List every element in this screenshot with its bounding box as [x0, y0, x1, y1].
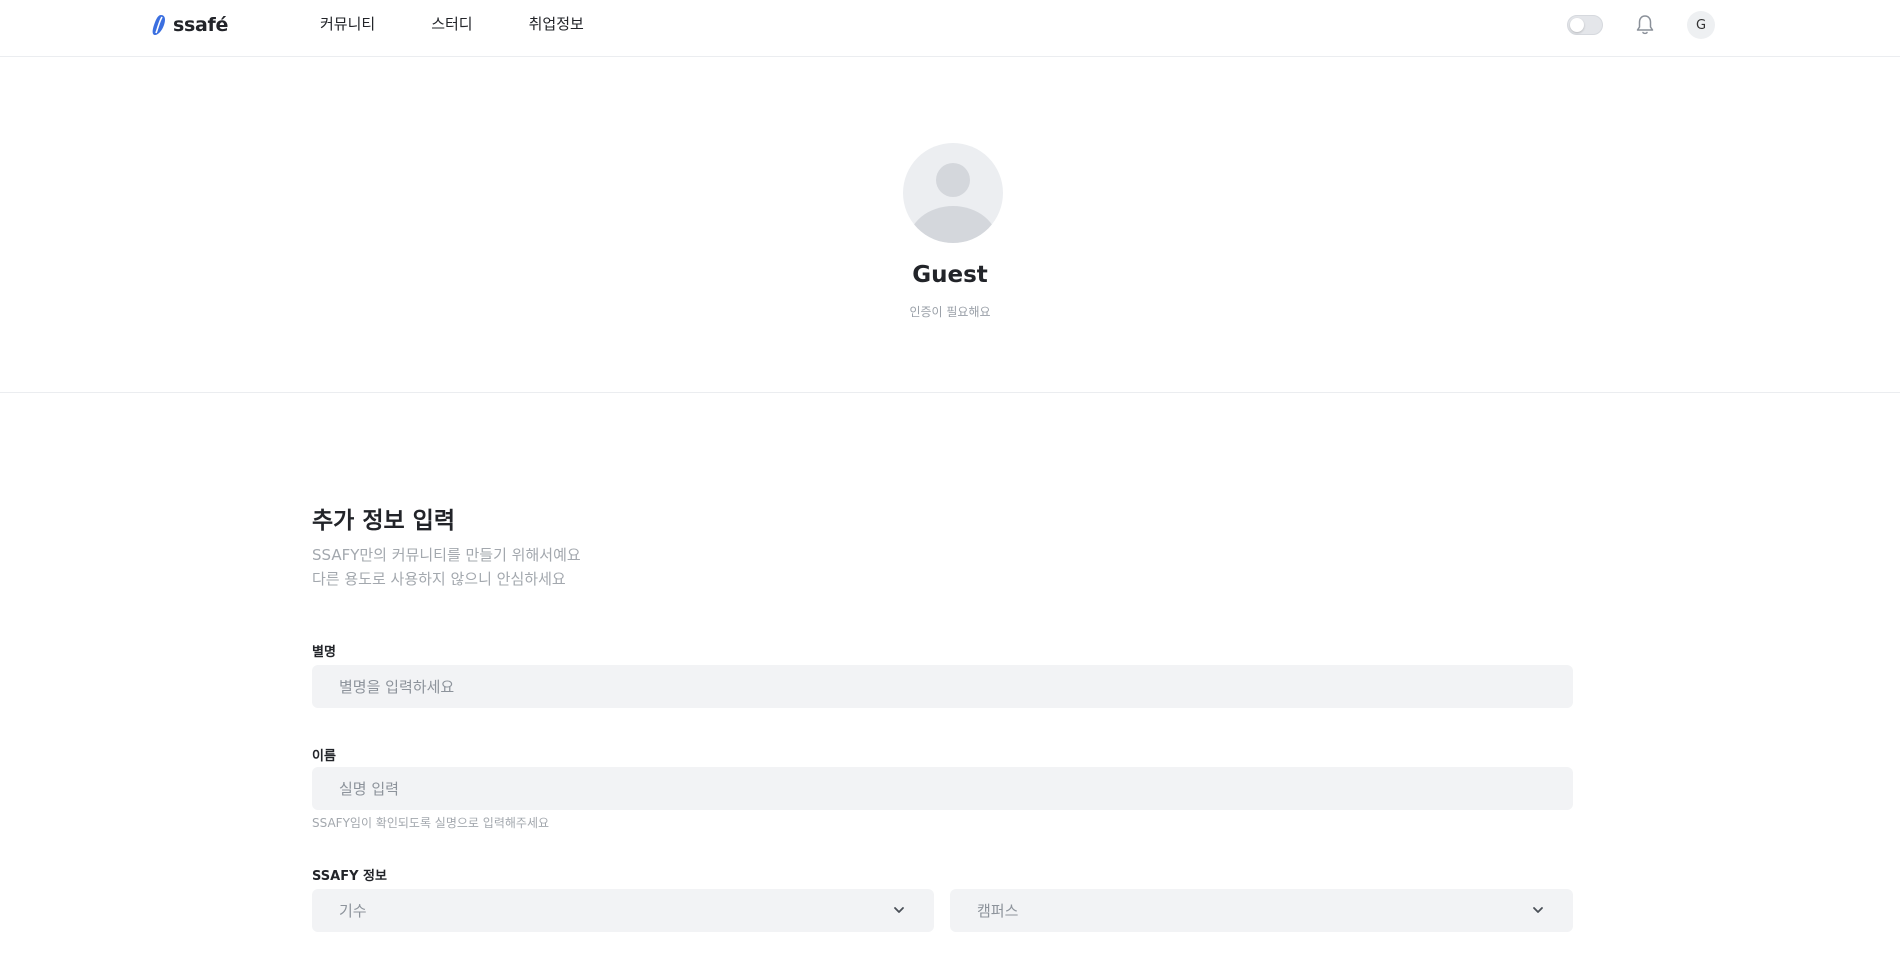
nav-jobs[interactable]: 취업정보 [529, 12, 584, 36]
top-header: ssafé 커뮤니티 스터디 취업정보 G [0, 0, 1900, 57]
logo-text: ssafé [173, 14, 229, 36]
logo[interactable]: ssafé [151, 13, 228, 37]
nickname-label: 별명 [312, 645, 336, 660]
nickname-input[interactable]: 별명을 입력하세요 [312, 665, 1573, 708]
campus-select[interactable]: 캠퍼스 [950, 889, 1573, 932]
profile-avatar [903, 143, 1003, 243]
name-help-text: SSAFY임이 확인되도록 실명으로 입력해주세요 [312, 816, 550, 830]
name-placeholder: 실명 입력 [339, 780, 399, 798]
form-description-line2: 다른 용도로 사용하지 않으니 안심하세요 [312, 570, 566, 588]
chevron-down-icon [894, 907, 904, 913]
theme-toggle[interactable] [1567, 15, 1603, 35]
profile-status: 인증이 필요해요 [909, 305, 991, 319]
chevron-down-icon [1533, 907, 1543, 913]
form-title: 추가 정보 입력 [312, 508, 455, 534]
logo-icon [152, 15, 165, 35]
main-nav: 커뮤니티 스터디 취업정보 [320, 12, 640, 36]
nav-community[interactable]: 커뮤니티 [320, 12, 375, 36]
campus-placeholder: 캠퍼스 [977, 902, 1019, 920]
ssafy-info-label: SSAFY 정보 [312, 869, 387, 884]
profile-name: Guest [912, 262, 988, 288]
name-input[interactable]: 실명 입력 [312, 767, 1573, 810]
nickname-placeholder: 별명을 입력하세요 [339, 678, 455, 696]
toggle-knob [1570, 18, 1584, 32]
bell-icon[interactable] [1635, 14, 1655, 36]
profile-section: Guest 인증이 필요해요 [0, 57, 1900, 393]
form-description-line1: SSAFY만의 커뮤니티를 만들기 위해서예요 [312, 546, 581, 564]
generation-select[interactable]: 기수 [312, 889, 934, 932]
generation-placeholder: 기수 [339, 902, 367, 920]
form-description: SSAFY만의 커뮤니티를 만들기 위해서예요 다른 용도로 사용하지 않으니 … [312, 543, 581, 591]
default-user-icon [908, 163, 998, 243]
nav-study[interactable]: 스터디 [431, 12, 472, 36]
name-label: 이름 [312, 749, 336, 764]
avatar-initial: G [1695, 17, 1707, 33]
user-avatar-button[interactable]: G [1687, 11, 1715, 39]
